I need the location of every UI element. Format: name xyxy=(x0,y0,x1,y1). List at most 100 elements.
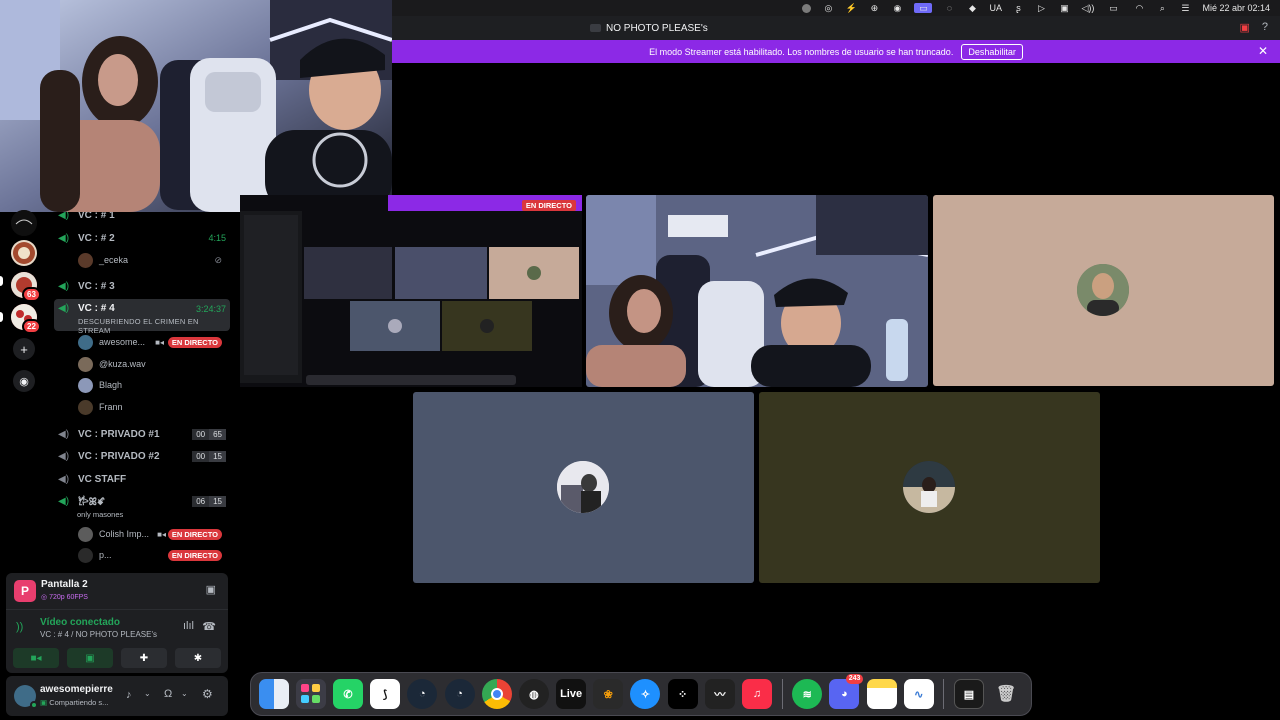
server-avatar[interactable] xyxy=(11,210,37,236)
creative-cloud-icon[interactable]: ◌ xyxy=(943,3,955,13)
discord-icon[interactable]: ◕ 243 xyxy=(829,674,864,709)
speaker-icon: ◀) xyxy=(58,212,70,221)
titlebar-icons: ▣ ? xyxy=(1239,21,1268,34)
screen-share-icon[interactable]: ▭ xyxy=(914,3,933,13)
participant-tile[interactable] xyxy=(933,195,1274,386)
stop-share-icon[interactable]: ▣ xyxy=(206,583,216,596)
voice-user[interactable]: Colish Imp... ■◂ EN DIRECTO xyxy=(78,524,228,544)
camera-button[interactable]: ■◂ xyxy=(13,648,59,668)
steam-icon[interactable]: ◔ xyxy=(407,679,438,709)
participant-tile[interactable] xyxy=(759,392,1100,583)
voice-channel-privado2[interactable]: ◀) VC : PRIVADO #2 00 15 xyxy=(54,446,230,466)
disable-streamer-button[interactable]: Deshabilitar xyxy=(961,43,1023,60)
user-name[interactable]: awesomepierre xyxy=(40,684,113,695)
chevron-down-icon[interactable]: ⌄ xyxy=(144,689,151,698)
explore-icon[interactable]: ◉ xyxy=(13,370,35,392)
user-status: ▣ Compartiendo s... xyxy=(40,698,108,707)
microphone-icon[interactable]: ♪ xyxy=(126,689,132,701)
voice-channel-vc3[interactable]: ◀) VC : # 3 xyxy=(54,276,230,296)
disconnect-icon[interactable]: ☎ xyxy=(202,620,216,633)
obs-icon[interactable]: ◍ xyxy=(518,679,549,709)
spotlight-search-icon[interactable]: ⌕ xyxy=(1156,3,1168,13)
voice-user[interactable]: awesome... ■◂ EN DIRECTO xyxy=(78,332,228,352)
music-icon[interactable]: ♫ xyxy=(742,679,773,709)
close-icon[interactable]: ✕ xyxy=(1258,44,1268,58)
soundboard-button[interactable]: ✱ xyxy=(175,648,221,668)
bluetooth-app-icon[interactable]: ◎ xyxy=(822,3,834,13)
stream-tile-screen[interactable]: EN DIRECTO xyxy=(240,195,582,387)
globe-icon[interactable]: ⊕ xyxy=(868,3,880,13)
user-limit: 00 15 xyxy=(192,450,226,462)
voice-channel-vc1[interactable]: ◀) VC : # 1 xyxy=(54,212,230,225)
screen-share-button[interactable]: ▣ xyxy=(67,648,113,668)
voice-channel-staff[interactable]: ◀) VC STAFF xyxy=(54,469,230,489)
chevron-down-icon[interactable]: ⌄ xyxy=(181,689,188,698)
finder-icon[interactable] xyxy=(258,679,289,709)
steam-icon[interactable]: ◔ xyxy=(444,679,475,709)
freeform-icon[interactable]: ∿ xyxy=(903,679,934,709)
launchpad-icon[interactable] xyxy=(295,679,326,709)
server-avatar[interactable] xyxy=(11,240,37,266)
headphones-icon[interactable]: Ω xyxy=(164,688,172,700)
user-name: awesome... xyxy=(99,337,146,347)
chrome-icon[interactable] xyxy=(481,679,512,709)
diamond-icon[interactable]: ◆ xyxy=(966,3,978,13)
window-thumbnail-icon[interactable]: ▤ xyxy=(953,679,984,709)
avatar xyxy=(78,547,93,563)
radar-icon[interactable]: ◉ xyxy=(891,3,903,13)
channel-name: VC : PRIVADO #1 xyxy=(78,428,160,440)
voice-channel-vc4[interactable]: ◀) VC : # 4 3:24:37 DESCUBRIENDO EL CRIM… xyxy=(54,299,230,335)
noise-suppression-icon[interactable]: ılıl xyxy=(183,620,194,632)
fl-studio-icon[interactable]: ❀ xyxy=(593,679,624,709)
volume-icon[interactable]: ◁)) xyxy=(1081,3,1094,13)
bolt-icon[interactable]: ⚡ xyxy=(845,3,857,13)
shortcut-app-icon[interactable]: ⟆ xyxy=(370,679,401,709)
user-name: p... xyxy=(99,550,112,560)
waves-icon[interactable]: 〰 xyxy=(704,679,735,709)
channel-name: VC STAFF xyxy=(78,473,127,485)
camera-icon: ■◂ xyxy=(155,337,164,347)
battery-icon[interactable]: ▭ xyxy=(1104,3,1122,13)
display-icon[interactable]: ▣ xyxy=(1058,3,1070,13)
voice-user[interactable]: Blagh xyxy=(78,375,228,395)
speaker-icon: ◀) xyxy=(58,232,70,244)
screen-share-panel: P Pantalla 2 ◎ 720p 60FPS ▣ xyxy=(6,573,228,609)
keyboard-layout-label[interactable]: UA xyxy=(989,3,1002,13)
safari-icon[interactable]: ✧ xyxy=(630,679,661,709)
user-limit-count: 15 xyxy=(209,450,226,462)
voice-channel-link[interactable]: VC : # 4 / NO PHOTO PLEASE's xyxy=(40,630,157,639)
clock[interactable]: Mié 22 abr 02:14 xyxy=(1202,3,1270,13)
help-icon[interactable]: ? xyxy=(1262,21,1268,34)
screen-icon[interactable]: ▣ xyxy=(1239,21,1249,34)
notes-icon[interactable] xyxy=(866,679,897,709)
add-server-icon[interactable]: + xyxy=(13,338,35,360)
user-name: _eceka xyxy=(99,255,129,265)
activities-icon: ✚ xyxy=(139,652,149,664)
voice-user[interactable]: Frann xyxy=(78,397,228,417)
signal-icon[interactable]: )) xyxy=(16,621,23,633)
voice-user[interactable]: p... EN DIRECTO xyxy=(78,545,228,565)
participant-avatar xyxy=(1077,264,1129,316)
ableton-live-icon[interactable]: Live xyxy=(556,679,587,709)
control-center-icon[interactable]: ☰ xyxy=(1179,3,1191,13)
whatsapp-icon[interactable]: ✆ xyxy=(332,679,363,709)
tidal-icon[interactable]: ⁘ xyxy=(667,679,698,709)
settings-gear-icon[interactable]: ⚙ xyxy=(202,687,213,701)
spotify-icon[interactable]: ≋ xyxy=(792,679,823,709)
share-quality: ◎ 720p 60FPS xyxy=(41,593,88,601)
voice-user[interactable]: @kuza.wav xyxy=(78,354,228,374)
voice-channel-privado1[interactable]: ◀) VC : PRIVADO #1 00 65 xyxy=(54,424,230,444)
activities-button[interactable]: ✚ xyxy=(121,648,167,668)
voice-channel-masones[interactable]: ◀) 𐂂ꕤꗄ 06 15 xyxy=(54,491,230,511)
shazam-icon[interactable]: ʂ xyxy=(1012,3,1024,13)
voice-user[interactable]: _eceka ⊘ xyxy=(78,250,228,270)
record-indicator-icon[interactable] xyxy=(802,3,812,13)
wifi-icon[interactable]: ◠ xyxy=(1133,3,1145,13)
voice-channel-vc2[interactable]: ◀) VC : # 2 4:15 xyxy=(54,228,230,248)
participant-tile[interactable] xyxy=(413,392,754,583)
stream-tile-webcam[interactable] xyxy=(586,195,928,387)
play-icon[interactable]: ▷ xyxy=(1035,3,1047,13)
voice-status[interactable]: Vídeo conectado xyxy=(40,617,120,628)
trash-icon[interactable]: 🗑 xyxy=(991,679,1021,709)
avatar xyxy=(78,399,93,415)
